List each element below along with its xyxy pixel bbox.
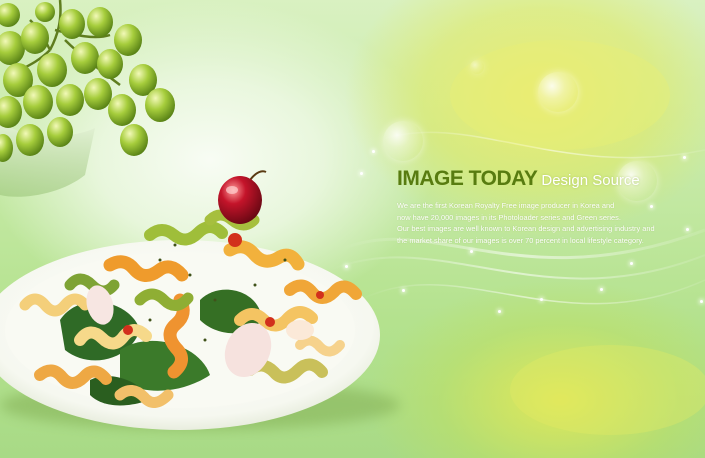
headline: IMAGE TODAY Design Source xyxy=(397,166,667,194)
bokeh-bubble xyxy=(470,60,484,74)
brand-name: IMAGE TODAY xyxy=(397,167,538,190)
bokeh-bubble xyxy=(538,72,578,112)
tagline: Design Source xyxy=(541,172,640,189)
ad-banner: IMAGE TODAY Design Source We are the firs… xyxy=(0,0,705,458)
promo-text-block: IMAGE TODAY Design Source We are the firs… xyxy=(397,166,667,246)
body-copy: We are the first Korean Royalty Free ima… xyxy=(397,200,667,246)
sparkle xyxy=(470,250,473,253)
food-photo xyxy=(0,0,400,430)
sparkle xyxy=(683,156,686,159)
sparkle xyxy=(540,298,543,301)
cherry xyxy=(218,170,267,224)
body-line: Our best images are well known to Korean… xyxy=(397,224,655,233)
body-line: now have 20,000 images in its Photoloade… xyxy=(397,212,621,222)
body-line: the market share of our images is over 7… xyxy=(397,235,644,245)
sparkle xyxy=(686,228,689,231)
sparkle xyxy=(600,288,603,291)
sparkle xyxy=(630,262,633,265)
sparkle xyxy=(498,310,501,313)
body-line: We are the first Korean Royalty Free ima… xyxy=(397,201,615,210)
sparkle xyxy=(700,300,703,303)
